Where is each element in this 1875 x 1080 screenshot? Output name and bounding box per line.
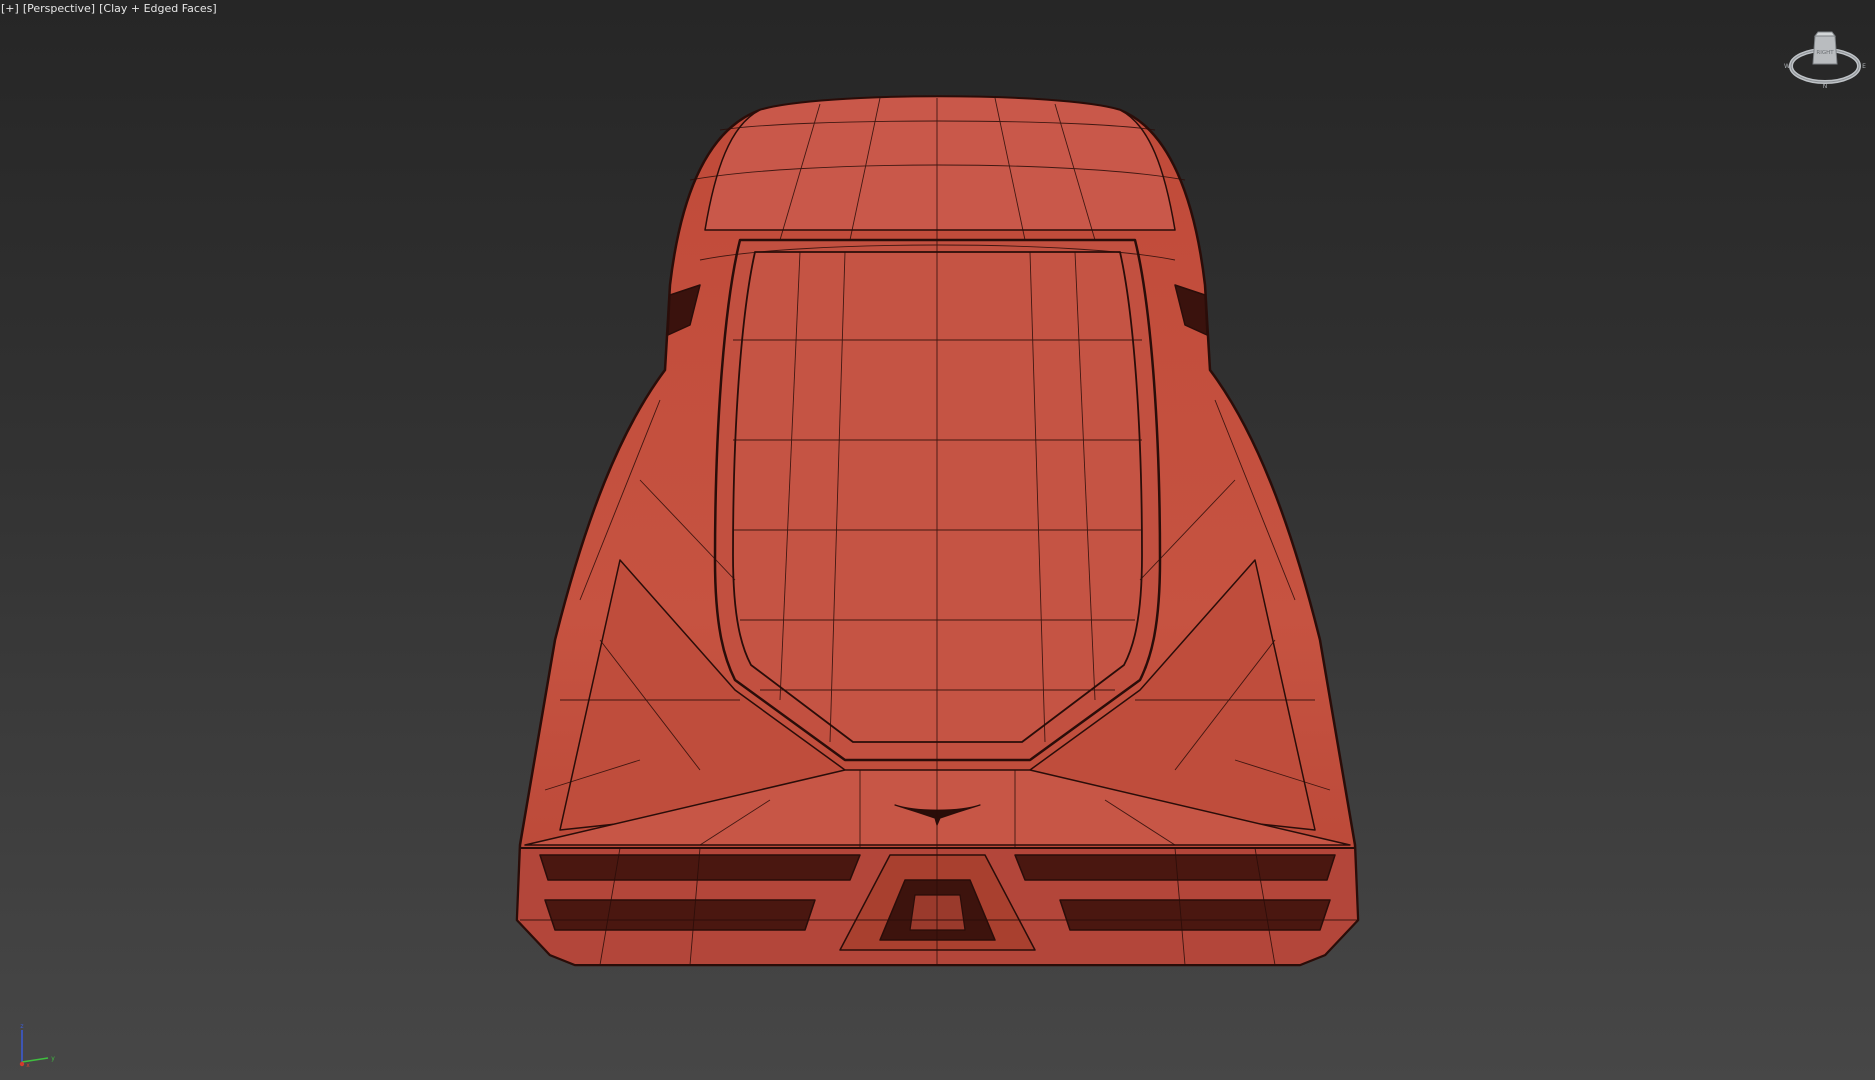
viewcube-marker-n: N: [1823, 83, 1828, 90]
left-lower-vent: [544, 899, 816, 931]
right-tail-light: [1014, 854, 1336, 881]
axis-y-label: y: [51, 1055, 55, 1062]
axis-x-label: x: [26, 1062, 30, 1068]
car-model-mesh[interactable]: [0, 0, 1875, 1080]
left-tail-light: [539, 854, 861, 881]
axis-tripod-icon: z y x: [19, 1023, 55, 1069]
perspective-viewport[interactable]: [+] [Perspective] [Clay + Edged Faces] R…: [0, 0, 1875, 1080]
viewcube-marker-e: E: [1862, 63, 1866, 70]
cabin-inner: [732, 251, 1143, 743]
viewcube-face-label[interactable]: RIGHT: [1816, 50, 1834, 56]
front-hood: [704, 95, 1176, 231]
viewcube-marker-w: W: [1784, 63, 1790, 70]
viewcube[interactable]: RIGHT W E N: [1782, 24, 1868, 96]
axis-tripod: z y x: [10, 1020, 58, 1069]
axis-z-label: z: [20, 1023, 23, 1030]
viewcube-icon[interactable]: RIGHT W E N: [1782, 24, 1868, 96]
right-lower-vent: [1059, 899, 1331, 931]
